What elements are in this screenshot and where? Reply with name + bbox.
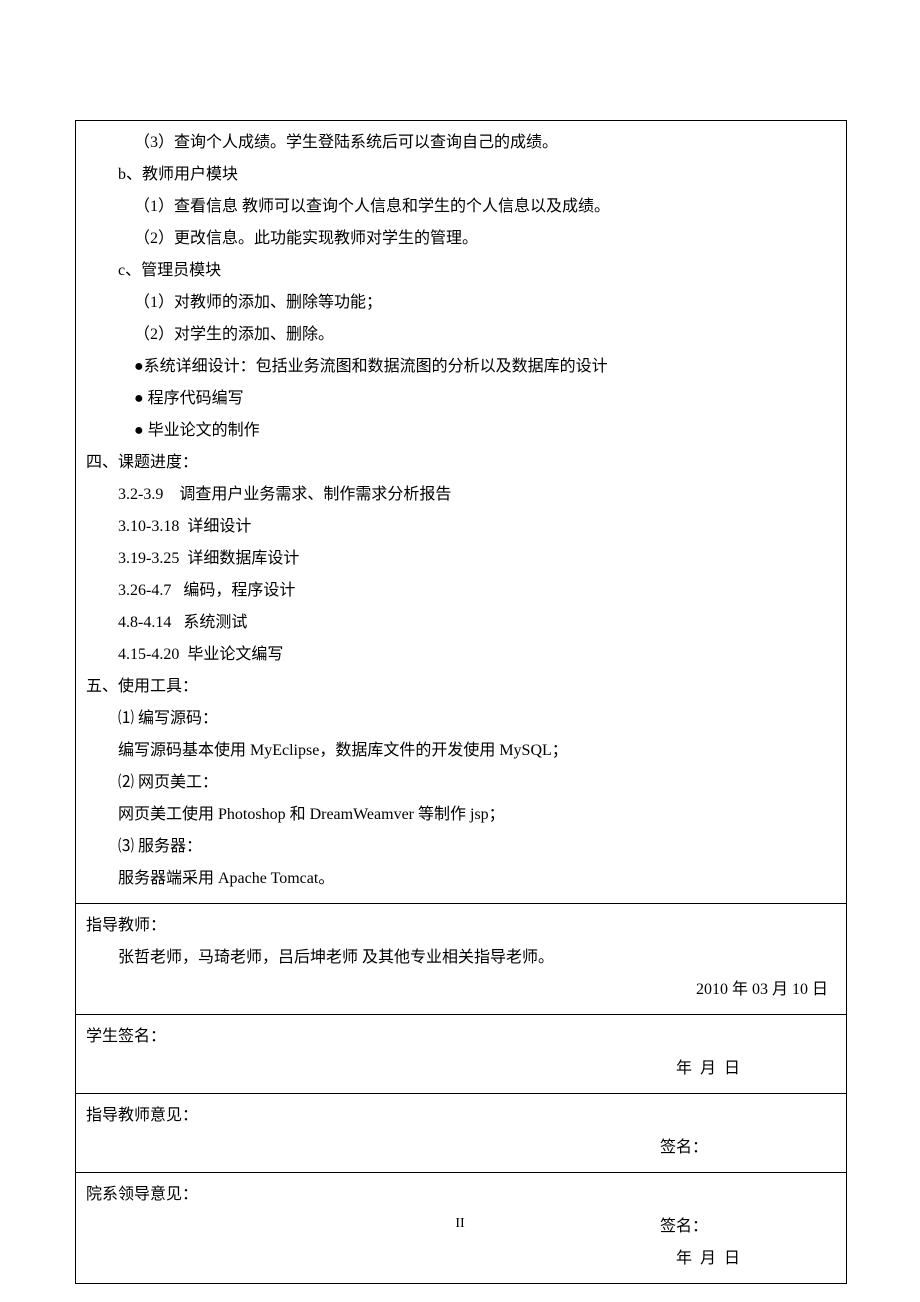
tool-line: ⑵ 网页美工： [86, 767, 836, 799]
text-line: （1）查看信息 教师可以查询个人信息和学生的个人信息以及成绩。 [86, 191, 836, 223]
text-line: c、管理员模块 [86, 255, 836, 287]
content-cell: （3）查询个人成绩。学生登陆系统后可以查询自己的成绩。 b、教师用户模块 （1）… [76, 121, 846, 904]
tool-line: 网页美工使用 Photoshop 和 DreamWeamver 等制作 jsp； [86, 799, 836, 831]
student-sign-cell: 学生签名： 年 月 日 [76, 1015, 846, 1094]
advisor-names: 张哲老师，马琦老师，吕后坤老师 及其他专业相关指导老师。 [86, 942, 836, 974]
text-line: ● 毕业论文的制作 [86, 415, 836, 447]
advisor-opinion-cell: 指导教师意见： 签名： [76, 1094, 846, 1173]
form-table: （3）查询个人成绩。学生登陆系统后可以查询自己的成绩。 b、教师用户模块 （1）… [75, 120, 847, 1284]
student-sign-label: 学生签名： [86, 1021, 836, 1053]
text-line: ● 程序代码编写 [86, 383, 836, 415]
advisor-opinion-label: 指导教师意见： [86, 1100, 836, 1132]
text-line: （3）查询个人成绩。学生登陆系统后可以查询自己的成绩。 [86, 127, 836, 159]
advisor-date: 2010 年 03 月 10 日 [86, 974, 836, 1006]
advisor-opinion-sign: 签名： [86, 1132, 836, 1164]
schedule-line: 3.26-4.7 编码，程序设计 [86, 575, 836, 607]
text-line: （1）对教师的添加、删除等功能； [86, 287, 836, 319]
text-line: b、教师用户模块 [86, 159, 836, 191]
dept-opinion-label: 院系领导意见： [86, 1179, 836, 1211]
advisor-label: 指导教师： [86, 910, 836, 942]
section-heading: 四、课题进度： [86, 447, 836, 479]
schedule-line: 3.19-3.25 详细数据库设计 [86, 543, 836, 575]
schedule-line: 3.10-3.18 详细设计 [86, 511, 836, 543]
schedule-line: 4.8-4.14 系统测试 [86, 607, 836, 639]
text-line: （2）更改信息。此功能实现教师对学生的管理。 [86, 223, 836, 255]
advisor-cell: 指导教师： 张哲老师，马琦老师，吕后坤老师 及其他专业相关指导老师。 2010 … [76, 904, 846, 1015]
dept-opinion-date: 年 月 日 [86, 1243, 836, 1275]
tool-line: 服务器端采用 Apache Tomcat。 [86, 863, 836, 895]
tool-line: ⑴ 编写源码： [86, 703, 836, 735]
text-line: （2）对学生的添加、删除。 [86, 319, 836, 351]
section-heading: 五、使用工具： [86, 671, 836, 703]
tool-line: ⑶ 服务器： [86, 831, 836, 863]
text-line: ●系统详细设计：包括业务流图和数据流图的分析以及数据库的设计 [86, 351, 836, 383]
tool-line: 编写源码基本使用 MyEclipse，数据库文件的开发使用 MySQL； [86, 735, 836, 767]
page-number: II [0, 1216, 920, 1232]
schedule-line: 3.2-3.9 调查用户业务需求、制作需求分析报告 [86, 479, 836, 511]
schedule-line: 4.15-4.20 毕业论文编写 [86, 639, 836, 671]
student-sign-date: 年 月 日 [86, 1053, 836, 1085]
